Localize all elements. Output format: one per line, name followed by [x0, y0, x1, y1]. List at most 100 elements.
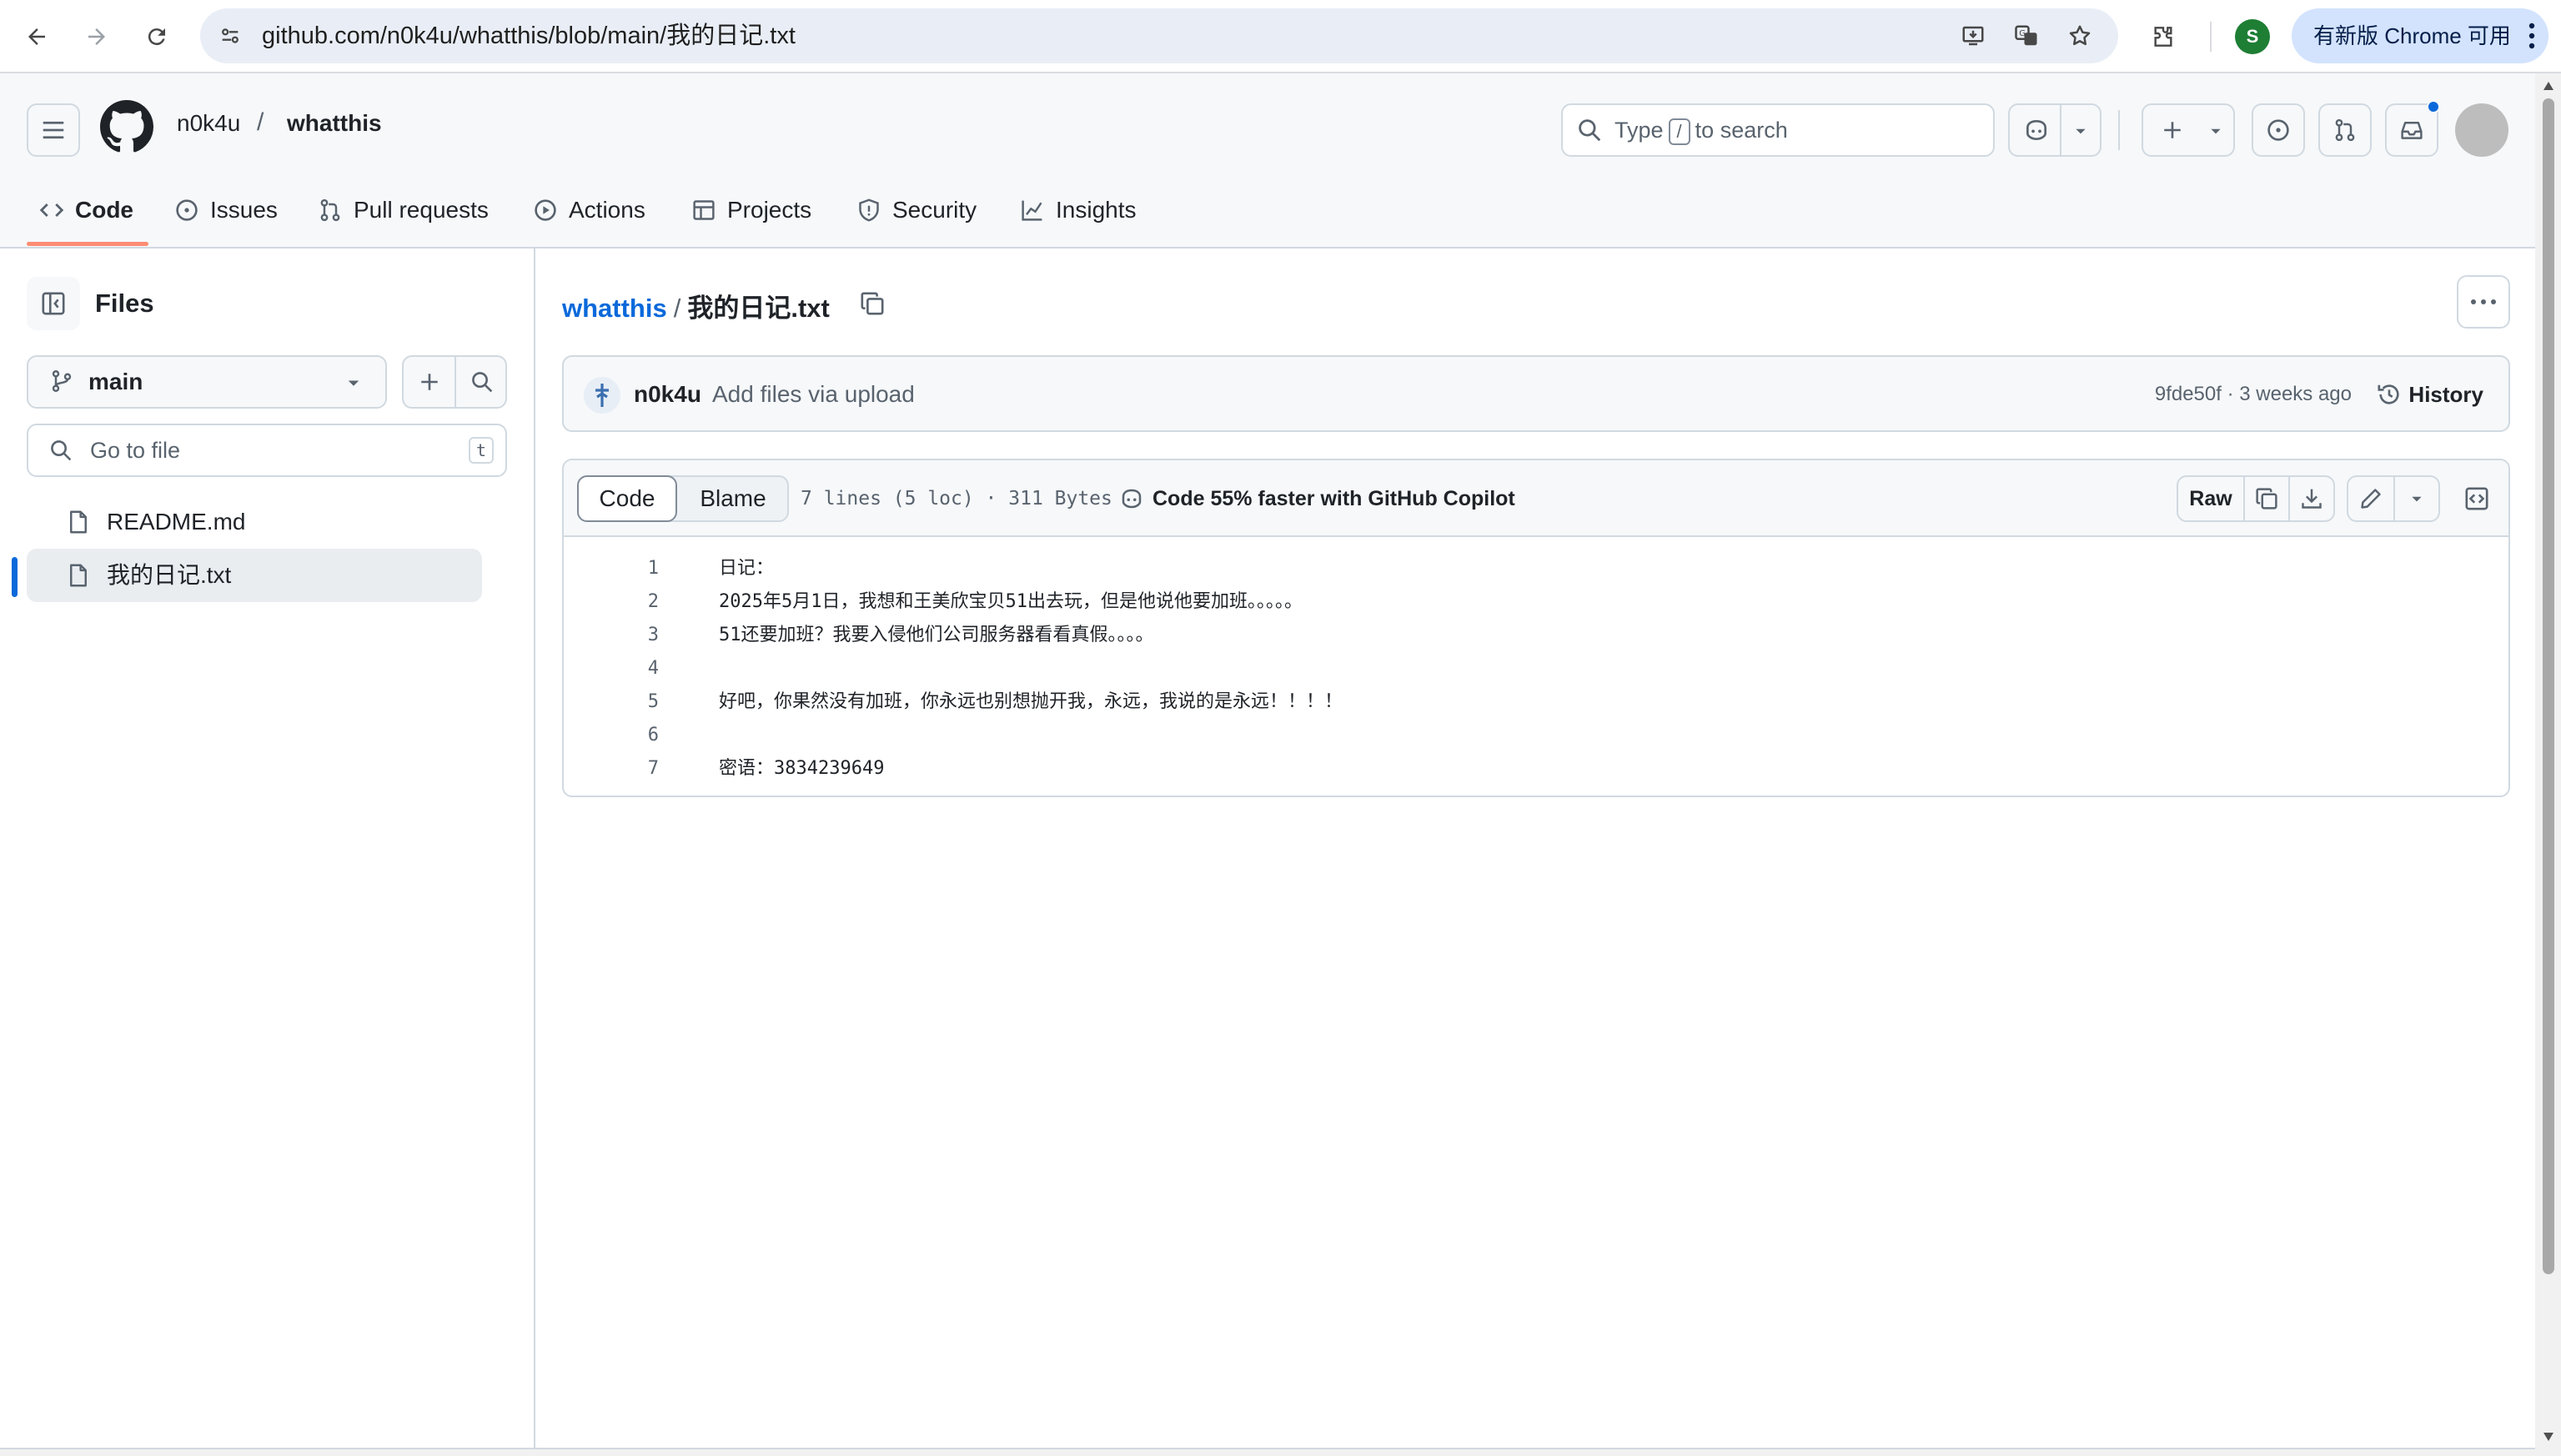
line-number[interactable]: 4 [564, 652, 659, 685]
scroll-down-arrow-icon[interactable] [2542, 1431, 2555, 1443]
commit-message-link[interactable]: Add files via upload [712, 357, 915, 432]
site-info-icon[interactable] [208, 14, 252, 58]
more-options-button[interactable] [2457, 275, 2510, 329]
avatar-figure-icon [595, 384, 609, 407]
user-avatar[interactable] [2455, 103, 2508, 157]
download-icon [2302, 489, 2322, 509]
tab-projects[interactable]: Projects [692, 183, 811, 237]
line-number[interactable]: 5 [564, 685, 659, 719]
go-to-file-input[interactable]: Go to file t [27, 424, 507, 477]
tab-insights[interactable]: Insights [1021, 183, 1137, 237]
github-mark-icon [100, 100, 153, 153]
copilot-button[interactable] [2008, 103, 2102, 157]
profile-avatar[interactable]: S [2235, 19, 2270, 54]
commit-author-link[interactable]: n0k4u [634, 357, 701, 432]
scrollbar-thumb[interactable] [2543, 98, 2554, 1274]
issue-opened-icon [176, 199, 198, 221]
file-tree-item-diary[interactable]: 我的日记.txt [27, 549, 482, 602]
back-button[interactable] [15, 15, 58, 58]
edit-file-button[interactable] [2347, 475, 2395, 522]
code-view-button[interactable]: Code [577, 475, 677, 522]
code-line: 7 密语：3834239649 [564, 752, 2508, 786]
tab-label: Actions [569, 197, 645, 223]
selected-item-indicator [12, 557, 18, 597]
bookmark-star-icon[interactable] [2058, 14, 2102, 58]
history-button[interactable]: History [2378, 357, 2483, 432]
search-icon [1579, 119, 1601, 142]
tab-label: Insights [1056, 197, 1137, 223]
translate-icon[interactable]: G [2005, 14, 2048, 58]
issues-button[interactable] [2252, 103, 2305, 157]
line-number[interactable]: 6 [564, 719, 659, 752]
blame-view-button[interactable]: Blame [679, 477, 787, 520]
create-new-button[interactable] [2142, 103, 2235, 157]
copy-icon [861, 292, 884, 315]
code-line: 2 2025年5月1日，我想和王美欣宝贝51出去玩，但是他说他要加班。。。。。 [564, 585, 2508, 619]
owner-repo-separator: / [257, 108, 264, 136]
shield-icon [859, 198, 879, 222]
line-text: 好吧，你果然没有加班，你永远也别想抛开我，永远，我说的是永远！！！！ [719, 691, 1343, 712]
code-icon [40, 203, 63, 217]
tab-security[interactable]: Security [857, 183, 977, 237]
tab-issues[interactable]: Issues [175, 183, 278, 237]
pull-requests-button[interactable] [2318, 103, 2372, 157]
copy-raw-button[interactable] [2243, 475, 2290, 522]
copilot-promo-link[interactable]: Code 55% faster with GitHub Copilot [1122, 460, 1515, 537]
file-viewer-header: Code Blame 7 lines (5 loc) · 311 Bytes C… [564, 460, 2508, 537]
repo-name-link[interactable]: whatthis [287, 110, 382, 137]
add-file-button[interactable] [404, 357, 454, 407]
history-icon [2378, 384, 2399, 404]
download-raw-button[interactable] [2288, 475, 2335, 522]
line-number[interactable]: 1 [564, 552, 659, 585]
line-text: 密语：3834239649 [719, 758, 885, 779]
line-number[interactable]: 7 [564, 752, 659, 786]
git-pull-request-icon [2335, 118, 2355, 142]
install-app-icon[interactable] [1951, 14, 1995, 58]
line-number[interactable]: 3 [564, 619, 659, 652]
commit-sha-age[interactable]: 9fde50f · 3 weeks ago [2155, 357, 2352, 432]
play-icon [535, 199, 556, 221]
copilot-promo-label: Code 55% faster with GitHub Copilot [1152, 487, 1515, 510]
line-text: 51还要加班？我要入侵他们公司服务器看看真假。。。。 [719, 625, 1154, 645]
extensions-button[interactable] [2142, 15, 2185, 58]
tab-code[interactable]: Code [40, 183, 133, 237]
line-number[interactable]: 2 [564, 585, 659, 619]
chevron-down-icon[interactable] [2073, 123, 2088, 138]
scroll-up-arrow-icon[interactable] [2542, 80, 2555, 92]
tab-pull-requests[interactable]: Pull requests [319, 183, 489, 237]
go-to-file-shortcut: t [469, 437, 494, 464]
edit-options-dropdown[interactable] [2393, 475, 2440, 522]
github-logo[interactable] [100, 100, 153, 153]
author-avatar[interactable] [584, 377, 620, 414]
raw-button[interactable]: Raw [2177, 475, 2245, 522]
forward-button[interactable] [75, 15, 118, 58]
breadcrumb-repo-link[interactable]: whatthis [562, 294, 667, 323]
puzzle-icon [2154, 27, 2172, 47]
line-text: 日记： [719, 558, 775, 579]
search-hint-rest: to search [1695, 118, 1788, 143]
tab-label: Projects [727, 197, 812, 223]
collapse-sidebar-button[interactable] [27, 277, 80, 330]
repo-owner-link[interactable]: n0k4u [177, 110, 240, 137]
branch-selector[interactable]: main [27, 355, 387, 409]
file-tree-sidebar: Files main Go to file t README.md 我的日记.t… [0, 249, 535, 1456]
address-bar[interactable]: github.com/n0k4u/whatthis/blob/main/我的日记… [200, 8, 2118, 63]
code-line: 3 51还要加班？我要入侵他们公司服务器看看真假。。。。 [564, 619, 2508, 652]
file-tree-item-readme[interactable]: README.md [27, 495, 482, 549]
search-code-button[interactable] [456, 357, 507, 407]
symbols-panel-button[interactable] [2453, 475, 2500, 522]
tab-actions[interactable]: Actions [534, 183, 645, 237]
add-file-search-group [402, 355, 507, 409]
chrome-update-button[interactable]: 有新版 Chrome 可用 [2292, 8, 2548, 63]
file-viewer: Code Blame 7 lines (5 loc) · 311 Bytes C… [562, 459, 2510, 797]
arrow-right-icon [88, 28, 105, 45]
url-text[interactable]: github.com/n0k4u/whatthis/blob/main/我的日记… [262, 8, 796, 63]
copy-path-button[interactable] [856, 287, 889, 320]
reload-button[interactable] [135, 15, 178, 58]
code-lines: 1 日记： 2 2025年5月1日，我想和王美欣宝贝51出去玩，但是他说他要加班。。… [564, 552, 2508, 786]
menu-button[interactable] [27, 103, 80, 157]
arrow-left-icon [28, 28, 45, 45]
chevron-down-icon [2211, 128, 2221, 134]
search-input[interactable]: Type / to search [1561, 103, 1995, 157]
copilot-icon [2026, 119, 2046, 141]
